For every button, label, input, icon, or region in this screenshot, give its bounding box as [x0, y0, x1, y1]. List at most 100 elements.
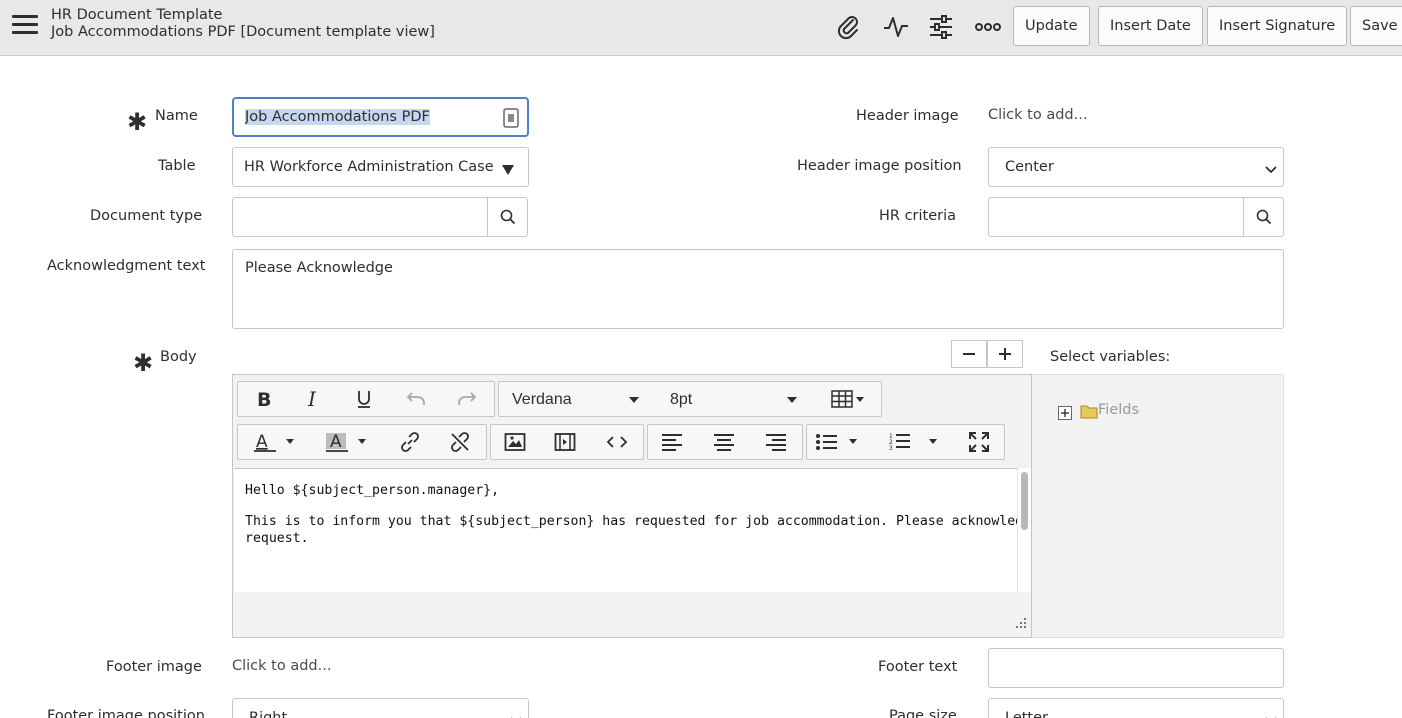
- page-size-label: Page size: [889, 708, 957, 718]
- expand-icon[interactable]: [1058, 405, 1072, 424]
- more-icon[interactable]: [971, 10, 1005, 44]
- footer-text-field[interactable]: [988, 648, 1284, 688]
- svg-text:B: B: [257, 389, 271, 409]
- page-size-select[interactable]: Letter: [988, 698, 1284, 718]
- source-code-button[interactable]: [593, 425, 641, 459]
- svg-text:A: A: [256, 432, 268, 452]
- align-left-button[interactable]: [648, 425, 696, 459]
- insert-link-button[interactable]: [386, 425, 434, 459]
- variables-tree-fields[interactable]: Fields: [1098, 402, 1139, 418]
- font-size-value: 8pt: [670, 391, 693, 408]
- alignment-toolbar-group: [647, 424, 803, 460]
- align-right-icon: [766, 434, 786, 451]
- caret-down-icon: [501, 161, 515, 180]
- page-size-value: Letter: [1005, 710, 1048, 718]
- format-toolbar-group: B I: [237, 381, 495, 417]
- bullet-list-button[interactable]: [807, 425, 873, 459]
- expand-editor-button[interactable]: [987, 340, 1023, 368]
- chevron-down-icon: [1264, 712, 1278, 718]
- svg-text:3: 3: [889, 445, 893, 452]
- underline-button[interactable]: [340, 382, 388, 416]
- media-toolbar-group: [490, 424, 644, 460]
- body-line-2: This is to inform you that ${subject_per…: [245, 514, 1079, 529]
- redo-button[interactable]: [443, 382, 491, 416]
- editor-content-area[interactable]: Hello ${subject_person.manager}, This is…: [234, 468, 1079, 592]
- minus-icon: [963, 353, 975, 355]
- language-icon[interactable]: [503, 108, 519, 132]
- background-color-button[interactable]: A: [314, 425, 378, 459]
- shrink-editor-button[interactable]: [951, 340, 987, 368]
- footer-image-position-select[interactable]: Right: [232, 698, 529, 718]
- acknowledgment-text-field[interactable]: Please Acknowledge: [232, 249, 1284, 329]
- menu-icon[interactable]: [12, 15, 38, 37]
- insert-date-button[interactable]: Insert Date: [1098, 6, 1203, 46]
- font-family-value: Verdana: [512, 391, 572, 408]
- search-icon: [500, 209, 515, 225]
- header-image-add-link[interactable]: Click to add...: [988, 107, 1087, 123]
- activity-icon[interactable]: [879, 10, 913, 44]
- body-line-1: Hello ${subject_person.manager},: [245, 483, 500, 498]
- align-right-button[interactable]: [752, 425, 800, 459]
- table-label: Table: [158, 158, 196, 174]
- fullscreen-icon: [969, 432, 989, 452]
- font-family-dropdown[interactable]: Verdana: [499, 382, 649, 416]
- sliders-icon[interactable]: [924, 10, 958, 44]
- insert-video-button[interactable]: [541, 425, 589, 459]
- font-size-dropdown[interactable]: 8pt: [657, 382, 807, 416]
- bold-button[interactable]: B: [240, 382, 288, 416]
- variables-panel: Fields: [1032, 374, 1284, 638]
- name-label: Name: [155, 108, 198, 124]
- editor-scrollbar-thumb[interactable]: [1021, 472, 1028, 530]
- unlink-icon: [451, 432, 469, 452]
- header-image-label: Header image: [856, 108, 959, 124]
- align-left-icon: [662, 434, 682, 451]
- header-bar: HR Document Template Job Accommodations …: [0, 0, 1402, 56]
- header-image-position-value: Center: [1005, 159, 1054, 175]
- plus-icon: [999, 348, 1011, 360]
- paperclip-icon[interactable]: [832, 10, 866, 44]
- image-icon: [504, 433, 526, 451]
- table-icon: [831, 390, 864, 408]
- name-field[interactable]: Job Accommodations PDF: [232, 97, 529, 137]
- body-label: Body: [160, 349, 197, 365]
- link-icon: [401, 432, 419, 452]
- hr-criteria-field[interactable]: [988, 197, 1284, 237]
- acknowledgment-text-label: Acknowledgment text: [47, 258, 206, 274]
- folder-icon: [1080, 403, 1098, 423]
- table-select[interactable]: HR Workforce Administration Case ...: [232, 147, 529, 187]
- table-insert-button[interactable]: [819, 382, 881, 416]
- numbered-list-button[interactable]: 123: [881, 425, 951, 459]
- text-color-icon: A: [254, 432, 294, 452]
- chevron-down-icon: [1264, 161, 1278, 180]
- footer-image-position-label: Footer image position: [47, 708, 205, 718]
- resize-handle-icon[interactable]: [1015, 614, 1027, 633]
- code-icon: [606, 436, 628, 448]
- font-toolbar-group: Verdana 8pt: [498, 381, 882, 417]
- required-indicator: ✱: [133, 349, 154, 377]
- hr-criteria-lookup-button[interactable]: [1243, 198, 1283, 236]
- remove-link-button[interactable]: [436, 425, 484, 459]
- update-button[interactable]: Update: [1013, 6, 1090, 46]
- caret-down-icon: [629, 397, 639, 403]
- editor-scrollbar[interactable]: [1017, 468, 1031, 592]
- text-color-button[interactable]: A: [242, 425, 306, 459]
- italic-button[interactable]: I: [290, 382, 338, 416]
- insert-image-button[interactable]: [491, 425, 539, 459]
- save-button[interactable]: Save: [1350, 6, 1402, 46]
- document-type-field[interactable]: [232, 197, 528, 237]
- footer-image-add-link[interactable]: Click to add...: [232, 658, 331, 674]
- header-image-position-label: Header image position: [797, 158, 962, 174]
- document-type-lookup-button[interactable]: [487, 198, 527, 236]
- header-image-position-select[interactable]: Center: [988, 147, 1284, 187]
- caret-down-icon: [787, 397, 797, 403]
- fullscreen-button[interactable]: [955, 425, 1003, 459]
- insert-signature-button[interactable]: Insert Signature: [1207, 6, 1348, 46]
- bullet-list-icon: [816, 434, 857, 450]
- svg-text:I: I: [307, 389, 317, 409]
- body-rich-text-editor: B I Verdana 8pt A A 1 2 3 Hello ${subjec…: [232, 374, 1079, 638]
- align-center-button[interactable]: [700, 425, 748, 459]
- numbered-list-icon: 123: [889, 433, 937, 452]
- undo-button[interactable]: [392, 382, 440, 416]
- table-value: HR Workforce Administration Case ...: [244, 159, 498, 175]
- footer-image-label: Footer image: [106, 659, 202, 675]
